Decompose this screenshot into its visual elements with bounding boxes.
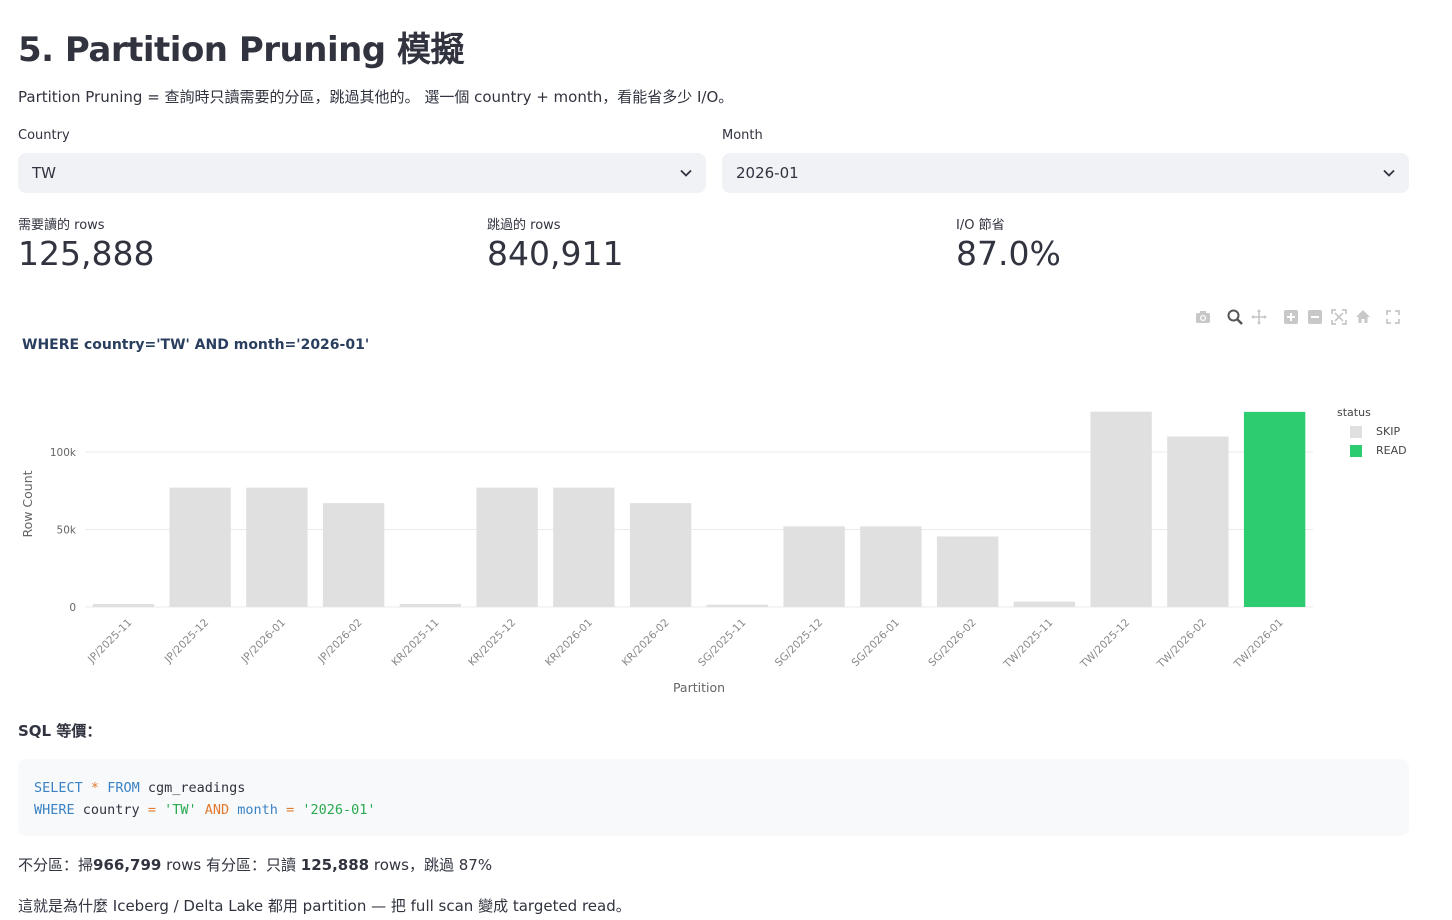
bar-sg-2025-11 xyxy=(706,604,769,607)
x-tick-label: KR/2026-02 xyxy=(620,617,672,669)
summary-part: rows 有分區：只讀 xyxy=(166,856,296,874)
sql-operator: * xyxy=(90,780,100,796)
metric-io-value: 87.0% xyxy=(956,234,1061,273)
legend-item-read[interactable]: READ xyxy=(1350,444,1407,457)
country-label: Country xyxy=(18,128,70,143)
x-tick-label: SG/2025-11 xyxy=(696,617,748,669)
pan-icon[interactable] xyxy=(1250,308,1268,326)
sql-string: '2026-01' xyxy=(302,802,376,818)
sql-column: month xyxy=(237,802,278,818)
x-tick-label: SG/2025-12 xyxy=(773,617,825,669)
bar-kr-2025-11 xyxy=(399,603,462,607)
bar-kr-2026-02 xyxy=(629,503,692,607)
sql-table-name: cgm_readings xyxy=(147,780,246,796)
x-tick-label: TW/2025-11 xyxy=(1001,617,1056,672)
x-tick-label: SG/2026-02 xyxy=(926,617,978,669)
summary-part: 不分區：掃 xyxy=(18,856,94,874)
summary-read-rows: 125,888 xyxy=(300,856,370,874)
x-tick-label: SG/2026-01 xyxy=(850,617,902,669)
sql-code-block: SELECT * FROM cgm_readings WHERE country… xyxy=(18,759,1409,836)
chart-title: WHERE country='TW' AND month='2026-01' xyxy=(22,337,370,353)
metric-read-label: 需要讀的 rows xyxy=(18,218,105,233)
metric-read-value: 125,888 xyxy=(18,234,155,273)
bar-kr-2025-12 xyxy=(476,487,538,607)
intro-text: Partition Pruning = 查詢時只讀需要的分區，跳過其他的。 選一… xyxy=(18,88,734,106)
sql-column: country xyxy=(82,802,140,818)
fullscreen-icon[interactable] xyxy=(1384,308,1402,326)
x-tick-label: JP/2026-02 xyxy=(315,617,364,666)
x-axis-label: Partition xyxy=(673,680,725,695)
sql-operator: = xyxy=(147,802,156,818)
bar-jp-2026-02 xyxy=(322,503,385,607)
page-title: 5. Partition Pruning 模擬 xyxy=(18,30,464,70)
bar-sg-2025-12 xyxy=(783,526,845,607)
metric-skip-label: 跳過的 rows xyxy=(487,218,561,233)
summary-text: 不分區：掃966,799 rows 有分區：只讀 125,888 rows，跳過… xyxy=(18,854,492,875)
bar-jp-2025-11 xyxy=(92,603,155,607)
x-tick-label: JP/2025-11 xyxy=(85,617,134,666)
sql-heading: SQL 等價： xyxy=(18,722,102,740)
zoom-icon[interactable] xyxy=(1226,308,1244,326)
summary-part: rows，跳過 87% xyxy=(373,856,493,874)
x-tick-label: KR/2025-11 xyxy=(389,617,441,669)
metric-io-label: I/O 節省 xyxy=(956,218,1005,233)
legend-label-skip: SKIP xyxy=(1376,425,1401,438)
zoom-in-icon[interactable] xyxy=(1282,308,1300,326)
chevron-down-icon xyxy=(680,167,692,179)
legend-item-skip[interactable]: SKIP xyxy=(1350,425,1400,438)
summary-full-rows: 966,799 xyxy=(93,856,162,874)
y-axis-label: Row Count xyxy=(20,470,35,537)
metric-skip-value: 840,911 xyxy=(487,234,624,273)
x-tick-label: TW/2026-01 xyxy=(1231,617,1286,672)
bar-kr-2026-01 xyxy=(553,487,615,607)
x-tick-label: KR/2025-12 xyxy=(466,617,518,669)
sql-keyword: SELECT xyxy=(34,780,83,796)
y-tick-label: 50k xyxy=(57,525,77,537)
month-select[interactable]: 2026-01 xyxy=(722,153,1409,193)
legend-swatch-skip xyxy=(1350,425,1362,438)
country-value: TW xyxy=(32,164,56,182)
partition-bar-chart: 0 50k 100k JP/2025-11 JP/2025-12 JP/2026-01 JP… xyxy=(20,411,1313,695)
legend-swatch-read xyxy=(1350,444,1362,457)
legend-title: status xyxy=(1337,406,1371,419)
legend-label-read: READ xyxy=(1376,444,1407,457)
bar-jp-2026-01 xyxy=(246,487,308,607)
x-tick-label: TW/2026-02 xyxy=(1154,617,1209,672)
country-select[interactable]: TW xyxy=(18,153,706,193)
bar-tw-2025-12 xyxy=(1090,411,1152,607)
y-tick-label: 100k xyxy=(50,447,77,459)
x-tick-label: TW/2025-12 xyxy=(1078,617,1133,672)
x-tick-label: KR/2026-01 xyxy=(543,617,595,669)
sql-operator: = xyxy=(286,802,295,818)
month-value: 2026-01 xyxy=(736,164,799,182)
chevron-down-icon xyxy=(1383,167,1395,179)
y-tick-label: 0 xyxy=(69,602,76,614)
bar-tw-2025-11 xyxy=(1013,601,1076,607)
x-tick-label: JP/2025-12 xyxy=(162,617,211,666)
sql-keyword: WHERE xyxy=(34,802,75,818)
sql-keyword-and: AND xyxy=(204,802,230,818)
sql-keyword: FROM xyxy=(107,780,140,796)
bar-tw-2026-02 xyxy=(1167,436,1229,607)
footer-text: 這就是為什麼 Iceberg / Delta Lake 都用 partition… xyxy=(18,897,631,915)
bar-tw-2026-01 xyxy=(1243,411,1306,607)
home-icon[interactable] xyxy=(1354,308,1372,326)
camera-icon[interactable] xyxy=(1194,308,1212,326)
month-label: Month xyxy=(722,128,763,143)
bar-sg-2026-02 xyxy=(936,536,999,607)
bar-jp-2025-12 xyxy=(169,487,231,607)
zoom-out-icon[interactable] xyxy=(1306,308,1324,326)
sql-string: 'TW' xyxy=(164,802,197,818)
x-tick-label: JP/2026-01 xyxy=(239,617,288,666)
autoscale-icon[interactable] xyxy=(1330,308,1348,326)
bar-sg-2026-01 xyxy=(860,526,922,607)
